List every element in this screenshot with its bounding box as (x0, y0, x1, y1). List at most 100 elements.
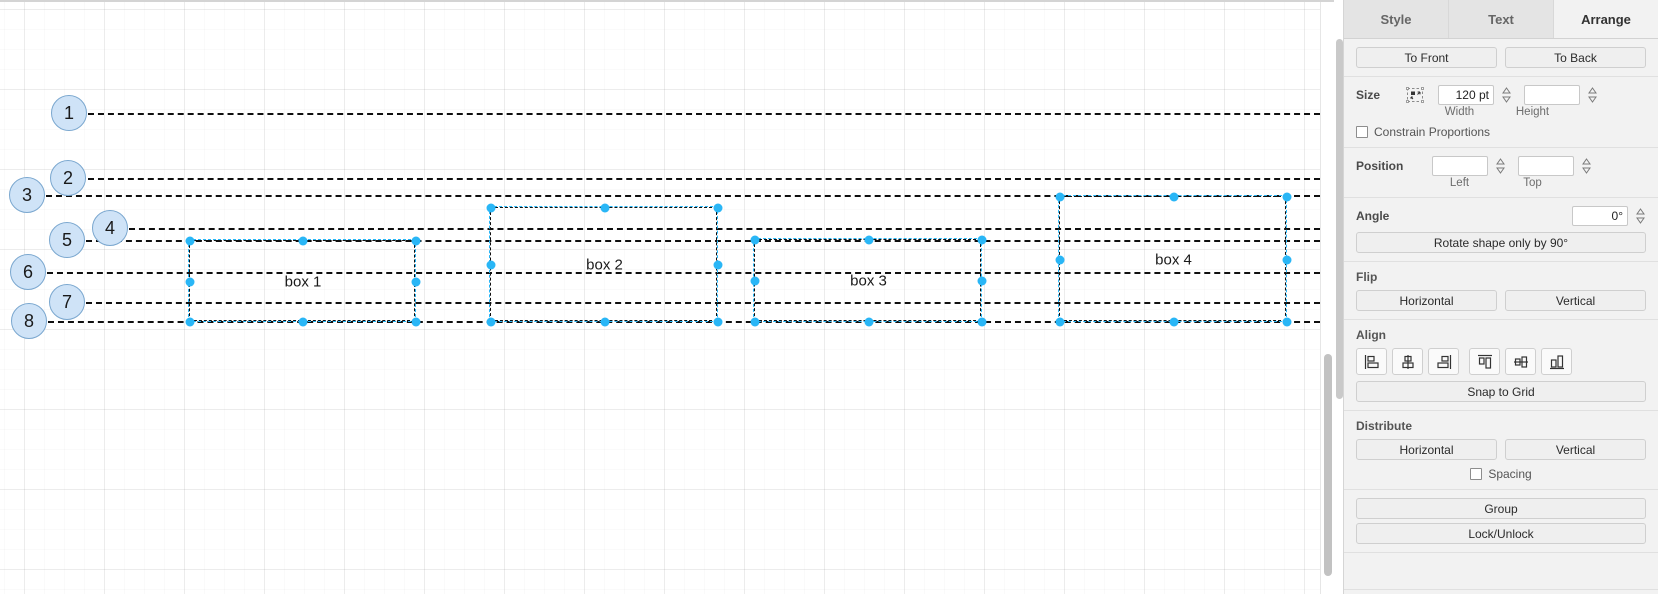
resize-handle[interactable] (1169, 317, 1178, 327)
width-stepper[interactable] (1501, 85, 1512, 105)
shape-label: box 1 (284, 273, 322, 290)
position-label: Position (1356, 159, 1404, 173)
section-size: Size 120 pt Width Height Constrain Propo… (1344, 77, 1658, 148)
resize-handle[interactable] (1282, 192, 1292, 202)
resize-handle[interactable] (1055, 255, 1065, 264)
height-sublabel: Height (1515, 106, 1550, 118)
height-input[interactable] (1524, 85, 1580, 105)
resize-handle[interactable] (1055, 317, 1065, 327)
angle-input[interactable] (1572, 206, 1628, 226)
rotate-shape-90-button[interactable]: Rotate shape only by 90° (1356, 232, 1646, 253)
canvas-scrollbar-thumb[interactable] (1324, 354, 1332, 576)
resize-handle[interactable] (713, 317, 723, 327)
align-top-icon[interactable] (1469, 348, 1500, 375)
resize-handle[interactable] (1282, 317, 1292, 327)
canvas-vertical-scrollbar[interactable] (1320, 2, 1334, 594)
section-flip: Flip Horizontal Vertical (1344, 262, 1658, 320)
shape-label: box 4 (1155, 251, 1192, 268)
resize-handle[interactable] (750, 235, 760, 245)
panel-scrollbar-thumb[interactable] (1336, 39, 1343, 399)
to-back-button[interactable]: To Back (1505, 47, 1646, 68)
angle-stepper[interactable] (1635, 206, 1646, 226)
resize-handle[interactable] (713, 203, 723, 213)
position-left-input[interactable] (1432, 156, 1488, 176)
lock-unlock-button[interactable]: Lock/Unlock (1356, 523, 1646, 544)
resize-handle[interactable] (750, 317, 760, 327)
constrain-proportions-row[interactable]: Constrain Proportions (1356, 125, 1646, 139)
resize-handle[interactable] (486, 317, 496, 327)
section-position: Position Left Top (1344, 148, 1658, 198)
distribute-vertical-button[interactable]: Vertical (1505, 439, 1646, 460)
resize-handle[interactable] (486, 260, 496, 270)
numbered-marker-1: 1 (51, 95, 87, 131)
diagram-canvas[interactable]: box 1 box 2 box 3 box 4 1 23 45678 (0, 0, 1334, 594)
resize-handle[interactable] (185, 277, 195, 286)
resize-handle[interactable] (750, 276, 760, 286)
section-distribute: Distribute Horizontal Vertical Spacing (1344, 411, 1658, 490)
resize-handle[interactable] (298, 236, 308, 246)
resize-handle[interactable] (185, 236, 195, 246)
tab-text[interactable]: Text (1449, 0, 1554, 38)
shape-box[interactable]: box 4 (1055, 192, 1292, 327)
group-button[interactable]: Group (1356, 498, 1646, 519)
position-left-stepper[interactable] (1495, 156, 1506, 176)
resize-handle[interactable] (411, 277, 421, 286)
constrain-proportions-checkbox[interactable] (1356, 126, 1368, 138)
size-label: Size (1356, 88, 1381, 102)
resize-handle[interactable] (298, 317, 308, 327)
app-root: box 1 box 2 box 3 box 4 1 23 45678 Style Text… (0, 0, 1658, 594)
align-bottom-icon[interactable] (1541, 348, 1572, 375)
position-top-input[interactable] (1518, 156, 1574, 176)
to-front-button[interactable]: To Front (1356, 47, 1497, 68)
numbered-marker-2: 2 (50, 160, 86, 196)
resize-handle[interactable] (864, 235, 873, 245)
resize-handle[interactable] (600, 203, 609, 213)
shape-box[interactable]: box 2 (486, 203, 723, 327)
resize-handle[interactable] (1169, 192, 1178, 202)
flip-vertical-button[interactable]: Vertical (1505, 290, 1646, 311)
resize-handle[interactable] (977, 317, 987, 327)
shape-box[interactable]: box 3 (750, 235, 987, 327)
constrain-proportions-label: Constrain Proportions (1374, 125, 1491, 139)
spacing-label: Spacing (1488, 467, 1532, 481)
align-center-icon[interactable] (1392, 348, 1423, 375)
height-stepper[interactable] (1587, 85, 1598, 105)
distribute-horizontal-button[interactable]: Horizontal (1356, 439, 1497, 460)
resize-handle[interactable] (1282, 255, 1292, 264)
shape-label: box 3 (850, 272, 887, 290)
align-middle-icon[interactable] (1505, 348, 1536, 375)
position-left-sublabel: Left (1449, 177, 1470, 189)
spacing-row[interactable]: Spacing (1356, 467, 1646, 481)
resize-handle[interactable] (977, 276, 987, 286)
numbered-marker-5: 5 (49, 222, 85, 258)
resize-handle[interactable] (1055, 192, 1065, 202)
autosize-icon[interactable] (1406, 86, 1424, 104)
format-panel-tabs: Style Text Arrange (1344, 0, 1658, 39)
panel-bottom-divider (1344, 589, 1658, 590)
section-align: Align Snap to Grid (1344, 320, 1658, 411)
section-order: To Front To Back (1344, 39, 1658, 77)
flip-horizontal-button[interactable]: Horizontal (1356, 290, 1497, 311)
resize-handle[interactable] (411, 317, 421, 327)
align-left-icon[interactable] (1356, 348, 1387, 375)
numbered-marker-7: 7 (49, 284, 85, 320)
align-right-icon[interactable] (1428, 348, 1459, 375)
spacing-checkbox[interactable] (1470, 468, 1483, 480)
resize-handle[interactable] (486, 203, 496, 213)
resize-handle[interactable] (864, 317, 873, 327)
tab-style[interactable]: Style (1344, 0, 1449, 38)
resize-handle[interactable] (411, 236, 421, 246)
shape-box[interactable]: box 1 (185, 236, 421, 327)
tab-arrange[interactable]: Arrange (1554, 0, 1658, 38)
resize-handle[interactable] (185, 317, 195, 327)
snap-to-grid-button[interactable]: Snap to Grid (1356, 381, 1646, 402)
resize-handle[interactable] (600, 317, 609, 327)
position-top-stepper[interactable] (1581, 156, 1592, 176)
width-input[interactable] (1438, 85, 1494, 105)
resize-handle[interactable] (977, 235, 987, 245)
width-sublabel: Width (1444, 106, 1475, 118)
panel-vertical-scrollbar[interactable] (1335, 39, 1344, 549)
format-panel: Style Text Arrange To Front To Back Size (1336, 0, 1658, 594)
position-top-sublabel: Top (1523, 177, 1542, 189)
resize-handle[interactable] (713, 260, 723, 270)
